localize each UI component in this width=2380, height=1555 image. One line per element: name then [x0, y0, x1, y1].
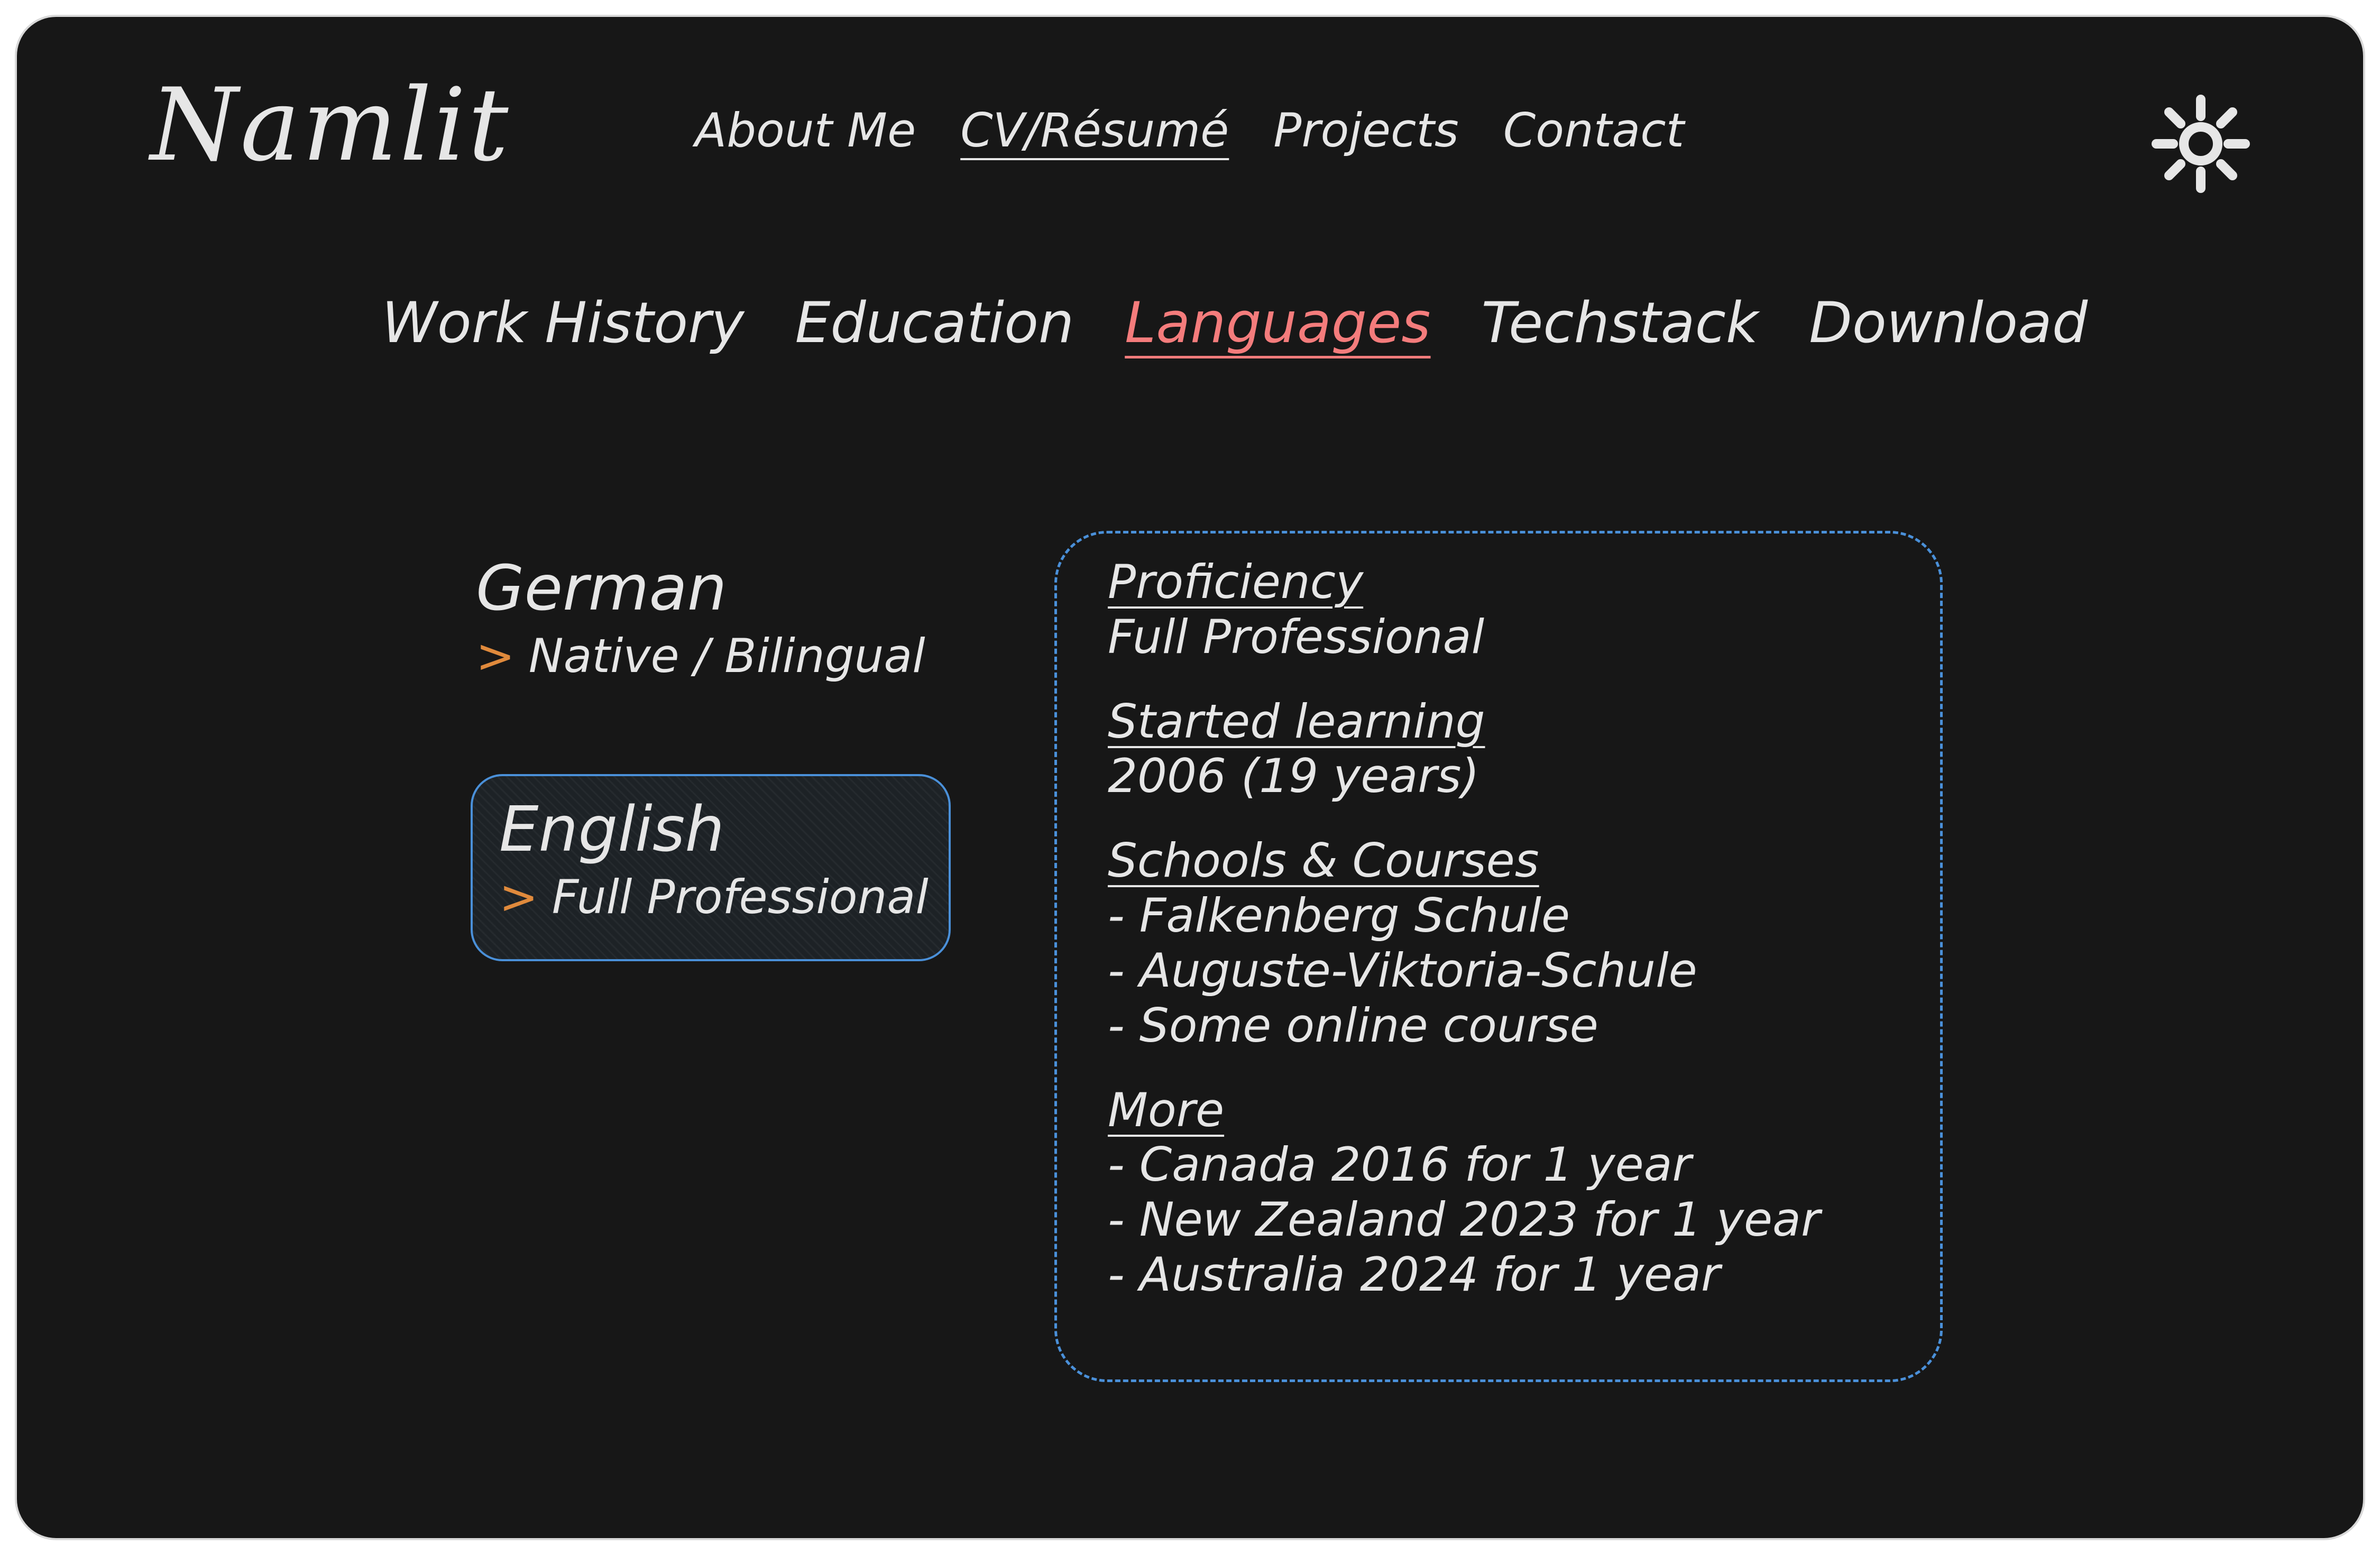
schools-heading: Schools & Courses: [1108, 833, 1539, 888]
language-level-text: Native / Bilingual: [528, 628, 925, 683]
more-list: - Canada 2016 for 1 year - New Zealand 2…: [1108, 1137, 1940, 1302]
language-level-text: Full Professional: [552, 869, 929, 924]
app-window: Namlit About Me CV/Résumé Projects Conta…: [15, 15, 2365, 1540]
sun-icon[interactable]: [2148, 91, 2254, 197]
proficiency-heading: Proficiency: [1108, 555, 1364, 609]
list-item: - Auguste-Viktoria-Schule: [1108, 943, 1697, 998]
language-item-german[interactable]: German > Native / Bilingual: [449, 551, 925, 710]
tab-work-history[interactable]: Work History: [382, 289, 744, 356]
tab-download[interactable]: Download: [1809, 289, 2088, 356]
tab-education[interactable]: Education: [795, 289, 1074, 356]
main-nav: About Me CV/Résumé Projects Contact: [695, 103, 1684, 159]
started-section: Started learning 2006 (19 years): [1108, 694, 1940, 804]
nav-projects[interactable]: Projects: [1273, 103, 1458, 159]
started-heading: Started learning: [1108, 694, 1485, 749]
list-item: - Some online course: [1108, 998, 1598, 1053]
started-value: 2006 (19 years): [1108, 749, 1480, 804]
more-heading: More: [1108, 1082, 1225, 1137]
chevron-right-icon: >: [476, 628, 515, 683]
list-item: - Canada 2016 for 1 year: [1108, 1137, 1692, 1192]
chevron-right-icon: >: [499, 869, 538, 924]
list-item: - New Zealand 2023 for 1 year: [1108, 1192, 1821, 1247]
language-name: English: [499, 793, 725, 866]
nav-contact[interactable]: Contact: [1503, 103, 1684, 159]
schools-section: Schools & Courses - Falkenberg Schule - …: [1108, 833, 1940, 1053]
list-item: - Australia 2024 for 1 year: [1108, 1247, 1721, 1302]
tab-languages[interactable]: Languages: [1125, 289, 1430, 356]
language-level: > Native / Bilingual: [476, 628, 925, 684]
nav-about-me[interactable]: About Me: [695, 103, 916, 159]
language-level: > Full Professional: [499, 869, 949, 925]
language-name: German: [476, 551, 727, 624]
tab-techstack[interactable]: Techstack: [1482, 289, 1759, 356]
site-logo[interactable]: Namlit: [150, 75, 511, 176]
proficiency-value: Full Professional: [1108, 609, 1485, 664]
schools-list: - Falkenberg Schule - Auguste-Viktoria-S…: [1108, 888, 1940, 1053]
nav-cv-resume[interactable]: CV/Résumé: [960, 103, 1229, 159]
proficiency-section: Proficiency Full Professional: [1108, 555, 1940, 665]
more-section: More - Canada 2016 for 1 year - New Zeal…: [1108, 1083, 1940, 1302]
language-details-panel: Proficiency Full Professional Started le…: [1054, 531, 1943, 1382]
cv-section-tabs: Work History Education Languages Techsta…: [382, 289, 2088, 356]
list-item: - Falkenberg Schule: [1108, 888, 1570, 943]
language-item-english[interactable]: English > Full Professional: [471, 774, 951, 961]
